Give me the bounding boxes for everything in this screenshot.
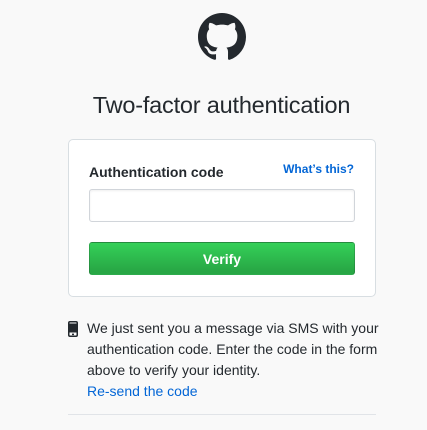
verify-button[interactable]: Verify: [89, 242, 355, 275]
whats-this-link[interactable]: What’s this?: [283, 162, 354, 176]
sms-message-text: We just sent you a message via SMS with …: [87, 318, 379, 402]
divider: [68, 414, 376, 415]
resend-code-link[interactable]: Re-send the code: [87, 381, 198, 402]
page-title: Two-factor authentication: [92, 92, 351, 118]
mobile-phone-icon: [68, 321, 78, 337]
auth-code-input[interactable]: [89, 189, 355, 222]
sms-message-body: We just sent you a message via SMS with …: [87, 320, 379, 378]
two-factor-page: Two-factor authentication Authentication…: [0, 0, 427, 430]
auth-code-label: Authentication code: [89, 164, 224, 180]
github-logo-icon[interactable]: [198, 13, 246, 61]
auth-form-card: Authentication code What’s this? Verify: [68, 139, 376, 297]
